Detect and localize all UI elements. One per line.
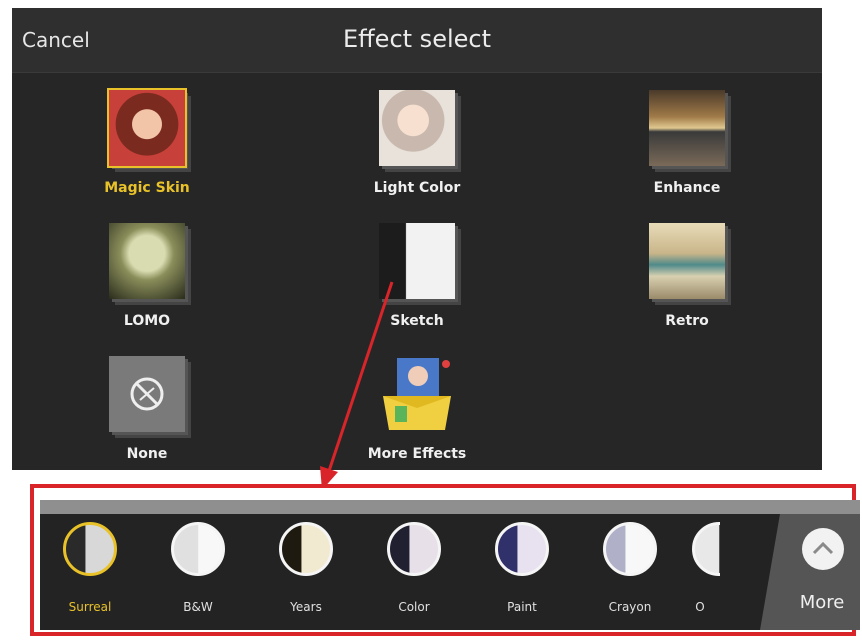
- strip-item-crayon[interactable]: Crayon: [580, 522, 680, 614]
- effect-select-dialog: Cancel Effect select Magic Skin Light Co…: [12, 8, 822, 470]
- effect-label: Light Color: [373, 180, 461, 196]
- effect-label: Enhance: [653, 180, 721, 196]
- effect-label: Retro: [665, 313, 709, 329]
- more-label: More: [799, 592, 845, 613]
- effect-enhance[interactable]: Enhance: [612, 90, 762, 196]
- years-thumb-icon: [279, 522, 333, 576]
- effect-strip: Surreal B&W Years Color Paint Crayon O M…: [40, 500, 860, 630]
- strip-item-label: Years: [290, 600, 322, 614]
- pier-sunset-icon: [649, 90, 725, 166]
- strip-item-label: Paint: [507, 600, 537, 614]
- color-thumb-icon: [387, 522, 441, 576]
- strip-item-color[interactable]: Color: [364, 522, 464, 614]
- strip-item-bw[interactable]: B&W: [148, 522, 248, 614]
- strip-item-label: B&W: [183, 600, 213, 614]
- effect-label: LOMO: [123, 313, 171, 329]
- strip-item-label: O: [695, 600, 705, 614]
- dialog-header: Cancel Effect select: [12, 8, 822, 73]
- city-vignette-icon: [109, 223, 185, 299]
- partial-thumb-icon: [692, 522, 720, 576]
- sketch-portrait-icon: [379, 223, 455, 299]
- strip-item-label: Crayon: [608, 600, 652, 614]
- strip-item-years[interactable]: Years: [256, 522, 356, 614]
- dialog-title: Effect select: [342, 25, 491, 53]
- retro-van-icon: [649, 223, 725, 299]
- effects-box-icon: [379, 356, 455, 432]
- chevron-up-icon: [802, 528, 844, 570]
- strip-item-surreal[interactable]: Surreal: [40, 522, 140, 614]
- effect-sketch[interactable]: Sketch: [342, 223, 492, 329]
- effect-light-color[interactable]: Light Color: [342, 90, 492, 196]
- paint-thumb-icon: [495, 522, 549, 576]
- no-effect-icon: [109, 356, 185, 432]
- face-portrait-icon: [107, 88, 187, 168]
- crayon-thumb-icon: [603, 522, 657, 576]
- effect-label: Sketch: [390, 313, 444, 329]
- effect-retro[interactable]: Retro: [612, 223, 762, 329]
- surreal-thumb-icon: [63, 522, 117, 576]
- effect-lomo[interactable]: LOMO: [72, 223, 222, 329]
- effect-magic-skin[interactable]: Magic Skin: [72, 88, 222, 196]
- strip-item-label: Surreal: [68, 600, 112, 614]
- effect-none[interactable]: None: [72, 356, 222, 462]
- effect-label: More Effects: [367, 446, 467, 462]
- strip-item-paint[interactable]: Paint: [472, 522, 572, 614]
- strip-item-partial[interactable]: O: [680, 522, 720, 614]
- effect-label: None: [126, 446, 168, 462]
- effect-label: Magic Skin: [104, 180, 190, 196]
- strip-top-bar: [40, 500, 860, 514]
- effect-more-effects[interactable]: More Effects: [342, 356, 492, 462]
- strip-item-label: Color: [398, 600, 430, 614]
- more-button[interactable]: More: [760, 514, 860, 630]
- light-portrait-icon: [379, 90, 455, 166]
- bw-thumb-icon: [171, 522, 225, 576]
